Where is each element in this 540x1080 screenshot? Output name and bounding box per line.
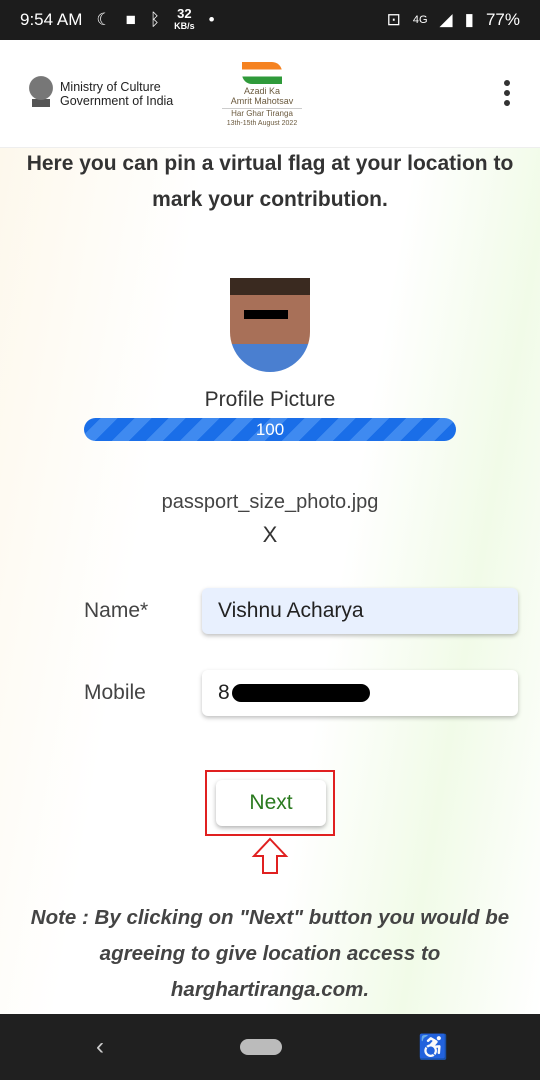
status-bar: 9:54 AM ☾ ■ ᛒ 32 KB/s • ⊡ 4G ◢ ▮ 77% [0, 0, 540, 40]
home-button[interactable] [240, 1039, 283, 1055]
net-speed-value: 32 [177, 6, 192, 21]
logo-line4: 13th-15th August 2022 [226, 120, 298, 127]
clock: 9:54 AM [20, 10, 83, 29]
dot-icon: • [208, 10, 215, 29]
next-button[interactable]: Next [216, 780, 326, 826]
accessibility-icon[interactable]: ♿ [418, 1033, 448, 1062]
mobile-input[interactable]: 8 [202, 670, 518, 716]
flag-icon [242, 62, 282, 84]
remove-file-button[interactable]: X [0, 522, 540, 548]
logo-line2: Amrit Mahotsav [230, 96, 294, 106]
ministry-line2: Government of India [60, 93, 174, 108]
logo-line3: Har Ghar Tiranga [222, 108, 302, 119]
net-speed-unit: KB/s [174, 21, 195, 31]
battery-icon: ▮ [464, 10, 474, 29]
bluetooth-icon: ᛒ [149, 10, 161, 29]
back-icon[interactable]: ‹ [96, 1033, 104, 1061]
net-speed: 32 KB/s [174, 6, 195, 32]
ministry-line1: Ministry of Culture [60, 79, 161, 94]
name-input[interactable]: Vishnu Acharya [202, 588, 518, 634]
azadi-logo: Azadi Ka Amrit Mahotsav Har Ghar Tiranga… [222, 62, 302, 129]
main-content: Here you can pin a virtual flag at your … [0, 148, 540, 1014]
battery-level: 77% [485, 10, 520, 29]
profile-picture[interactable] [230, 278, 310, 372]
name-row: Name* Vishnu Acharya [84, 588, 518, 634]
ministry-logo[interactable]: Ministry of Culture Government of India [28, 73, 174, 114]
upload-progress-bar: 100 [84, 418, 456, 441]
network-type: 4G [412, 14, 428, 26]
nav-bar: ‹ ♿ [0, 1014, 540, 1080]
name-value: Vishnu Acharya [218, 599, 364, 622]
mobile-row: Mobile 8 [84, 670, 518, 716]
redaction-mark [231, 684, 370, 702]
file-name: passport_size_photo.jpg [161, 491, 379, 513]
cast-icon: ⊡ [386, 10, 401, 29]
intro-text: Here you can pin a virtual flag at your … [26, 152, 514, 211]
video-icon: ■ [125, 10, 136, 29]
signal-icon: ◢ [439, 10, 453, 29]
night-mode-icon: ☾ [96, 10, 112, 29]
emblem-icon [28, 73, 54, 114]
mobile-label: Mobile [84, 681, 146, 704]
progress-text: 100 [255, 420, 285, 439]
mobile-value: 8 [218, 681, 230, 704]
logo-line1: Azadi Ka [243, 86, 281, 96]
site-header: Ministry of Culture Government of India A… [0, 40, 540, 148]
more-menu-icon[interactable] [504, 80, 510, 106]
arrow-up-icon [251, 837, 289, 874]
profile-picture-label: Profile Picture [204, 388, 336, 411]
location-note: Note : By clicking on "Next" button you … [30, 906, 510, 1001]
name-label: Name* [84, 599, 149, 622]
next-highlight: Next [205, 770, 335, 836]
